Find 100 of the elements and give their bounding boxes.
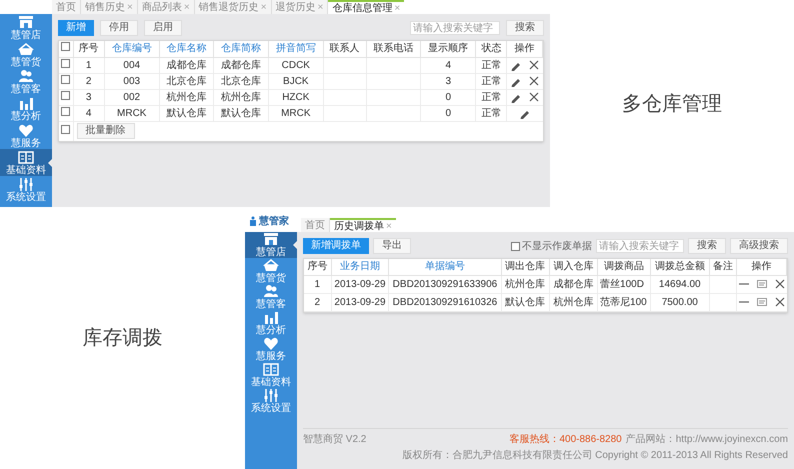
column-header: 联系电话 <box>366 41 421 57</box>
tab[interactable]: 首页 <box>52 0 81 14</box>
sidebar-item[interactable]: 慧服务 <box>0 122 52 149</box>
close-icon[interactable] <box>528 59 540 71</box>
tab[interactable]: 商品列表 × <box>138 0 195 14</box>
column-header[interactable]: 仓库名称 <box>159 41 214 57</box>
checkbox[interactable] <box>61 74 70 84</box>
checkbox[interactable] <box>61 42 70 52</box>
sliders-icon <box>263 388 279 403</box>
search-field[interactable]: 请输入搜索关键字 <box>410 21 500 35</box>
table-cell: 3 <box>73 89 104 105</box>
column-header[interactable]: 单据编号 <box>388 259 502 275</box>
table-cell: 默认仓库 <box>159 105 214 121</box>
sidebar-item[interactable]: 慧管店 <box>245 232 297 258</box>
document-icon[interactable] <box>756 278 768 290</box>
column-header[interactable]: 业务日期 <box>331 259 389 275</box>
basket-icon <box>263 258 279 273</box>
table-cell: DBD201309291633906 <box>388 275 502 293</box>
sidebar-item[interactable]: 慧管货 <box>245 258 297 284</box>
sidebar-item[interactable]: 慧管店 <box>0 14 52 41</box>
button[interactable]: 批量删除 <box>76 123 134 140</box>
book-icon <box>18 150 34 164</box>
column-header: 调拨总金额 <box>650 259 709 275</box>
sidebar-item[interactable]: 慧管客 <box>0 68 52 95</box>
sidebar-item[interactable]: 系统设置 <box>0 176 52 203</box>
column-header: 操作 <box>736 259 786 275</box>
tab[interactable]: 仓库信息管理 × <box>328 0 404 14</box>
button[interactable]: 新增调拨单 <box>303 238 369 254</box>
website-text: 产品网站：http://www.joyinexcn.com <box>626 432 788 447</box>
close-icon[interactable] <box>528 91 540 103</box>
tab[interactable]: 销售历史 × <box>81 0 138 14</box>
table-cell: 正常 <box>476 57 507 73</box>
button[interactable]: 导出 <box>373 238 411 254</box>
tab-close-button[interactable]: × <box>394 0 400 16</box>
table-cell: MRCK <box>268 105 324 121</box>
button[interactable]: 启用 <box>144 20 182 36</box>
column-header: 显示顺序 <box>420 41 476 57</box>
sidebar-item[interactable]: 慧分析 <box>245 310 297 336</box>
table-cell: 杭州仓库 <box>501 275 550 293</box>
column-header: 操作 <box>506 41 542 57</box>
caption: 库存调拨 <box>82 326 162 351</box>
checkbox[interactable] <box>61 106 70 116</box>
copyright-text: 版权所有：合肥九尹信息科技有限责任公司 Copyright © 2011-2013 All Rights Reserved <box>402 448 788 463</box>
checkbox[interactable] <box>61 90 70 100</box>
logo-text: 慧管家 <box>259 214 289 228</box>
table-cell: 2 <box>73 73 104 89</box>
table-cell: 成都仓库 <box>159 57 214 73</box>
logo-icon <box>249 216 257 226</box>
table-cell: MRCK <box>104 105 160 121</box>
table-cell: 成都仓库 <box>214 57 268 73</box>
checkbox[interactable] <box>61 124 70 134</box>
book-icon <box>263 362 279 377</box>
table-cell: 蕾丝100D <box>598 275 651 293</box>
column-header[interactable]: 拼音简写 <box>268 41 324 57</box>
tab-close-button[interactable]: × <box>184 0 190 14</box>
tab-close-button[interactable]: × <box>318 0 324 14</box>
tab[interactable]: 退货历史 × <box>272 0 328 14</box>
sidebar-item[interactable]: 系统设置 <box>245 388 297 414</box>
tab[interactable]: 历史调拨单 × <box>330 218 396 232</box>
sidebar-item[interactable]: 慧服务 <box>245 336 297 362</box>
search-field[interactable]: 请输入搜索关键字 <box>596 239 684 253</box>
table-cell: 4 <box>73 105 104 121</box>
sidebar-item[interactable]: 慧管货 <box>0 41 52 68</box>
sidebar-item[interactable]: 基础资料 <box>245 362 297 388</box>
column-header: 序号 <box>73 41 104 57</box>
column-header[interactable]: 仓库简称 <box>214 41 268 57</box>
sidebar-item[interactable]: 慧管客 <box>245 284 297 310</box>
button[interactable]: 高级搜索 <box>730 238 788 254</box>
close-icon[interactable] <box>528 75 540 87</box>
button[interactable]: 搜索 <box>506 20 544 36</box>
table-cell: 14694.00 <box>650 275 709 293</box>
document-icon[interactable] <box>756 296 768 308</box>
sidebar-item[interactable]: 慧分析 <box>0 95 52 122</box>
table-cell: 2013-09-29 <box>331 293 389 311</box>
tab-close-button[interactable]: × <box>127 0 133 14</box>
table-cell: 北京仓库 <box>159 73 214 89</box>
tab-close-button[interactable]: × <box>260 0 267 14</box>
table-cell: DBD201309291610326 <box>388 293 502 311</box>
table-cell: 3 <box>420 73 476 89</box>
heart-icon <box>263 336 279 351</box>
checkbox[interactable] <box>61 58 70 68</box>
table-cell: 1 <box>73 57 104 73</box>
tab[interactable]: 销售退货历史 × <box>194 0 272 14</box>
checkbox-label[interactable]: 不显示作废单据 <box>511 238 592 254</box>
tab-close-button[interactable]: × <box>386 218 392 234</box>
pointer-icon <box>48 158 52 166</box>
button[interactable]: 新增 <box>58 20 94 36</box>
column-header: 序号 <box>304 259 332 275</box>
table-cell: 003 <box>104 73 160 89</box>
table-cell: CDCK <box>268 57 324 73</box>
sidebar-item[interactable]: 基础资料 <box>0 149 52 176</box>
people-icon <box>18 68 34 84</box>
close-icon[interactable] <box>774 278 786 290</box>
button[interactable]: 搜索 <box>688 238 726 254</box>
button[interactable]: 停用 <box>100 20 138 36</box>
tab[interactable]: 首页 <box>301 218 330 232</box>
basket-icon <box>18 42 34 56</box>
checkbox[interactable] <box>511 242 520 250</box>
column-header[interactable]: 仓库编号 <box>104 41 160 57</box>
close-icon[interactable] <box>774 296 786 308</box>
